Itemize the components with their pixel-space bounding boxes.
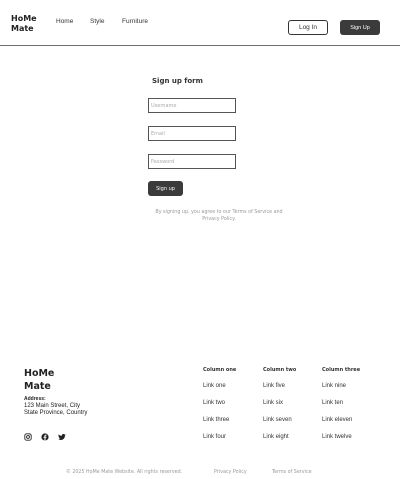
footer-link[interactable]: Link seven	[263, 417, 292, 423]
site-header: HoMe Mate Home Style Furniture Log In Si…	[0, 0, 400, 46]
terms-link[interactable]: Terms of Service	[233, 210, 273, 215]
login-button[interactable]: Log In	[288, 20, 328, 35]
terms-and: and	[273, 210, 283, 215]
nav-furniture[interactable]: Furniture	[122, 18, 148, 25]
footer-column-two-title: Column two	[263, 367, 297, 373]
footer-link[interactable]: Link eleven	[322, 417, 352, 423]
email-input[interactable]	[148, 126, 236, 141]
footer-link[interactable]: Link two	[203, 400, 225, 406]
footer-logo[interactable]: HoMe Mate	[24, 367, 84, 393]
footer-column-three-title: Column three	[322, 367, 361, 373]
signup-button[interactable]: Sign Up	[340, 20, 380, 35]
terms-prefix: By signing up, you agree to our	[155, 210, 231, 215]
footer-column-one-title: Column one	[203, 367, 237, 373]
footer-link[interactable]: Link three	[203, 417, 229, 423]
terms-notice: By signing up, you agree to our Terms of…	[146, 209, 292, 223]
twitter-icon[interactable]	[58, 433, 66, 441]
footer-link[interactable]: Link one	[203, 383, 226, 389]
address-line-2: State Province, Country	[24, 410, 88, 416]
signup-submit-button[interactable]: Sign up	[148, 181, 183, 196]
footer-link[interactable]: Link twelve	[322, 434, 352, 440]
password-input[interactable]	[148, 154, 236, 169]
footer-link[interactable]: Link six	[263, 400, 283, 406]
footer-link[interactable]: Link four	[203, 434, 226, 440]
site-logo[interactable]: HoMe Mate	[11, 14, 51, 34]
address-label: Address:	[24, 396, 46, 402]
nav-style[interactable]: Style	[90, 18, 104, 25]
instagram-icon[interactable]	[24, 433, 32, 441]
nav-home[interactable]: Home	[56, 18, 73, 25]
footer-link[interactable]: Link eight	[263, 434, 289, 440]
privacy-link[interactable]: Privacy Policy.	[202, 217, 236, 222]
username-input[interactable]	[148, 98, 236, 113]
footer-privacy-link[interactable]: Privacy Policy	[214, 470, 247, 475]
address-line-1: 123 Main Street, City	[24, 403, 81, 409]
facebook-icon[interactable]	[41, 433, 49, 441]
form-title: Sign up form	[152, 77, 203, 85]
copyright-text: © 2025 HoMe Mate Website. All rights res…	[66, 470, 183, 475]
footer-link[interactable]: Link ten	[322, 400, 343, 406]
footer-terms-link[interactable]: Terms of Service	[272, 470, 312, 475]
footer-link[interactable]: Link five	[263, 383, 285, 389]
footer-link[interactable]: Link nine	[322, 383, 346, 389]
